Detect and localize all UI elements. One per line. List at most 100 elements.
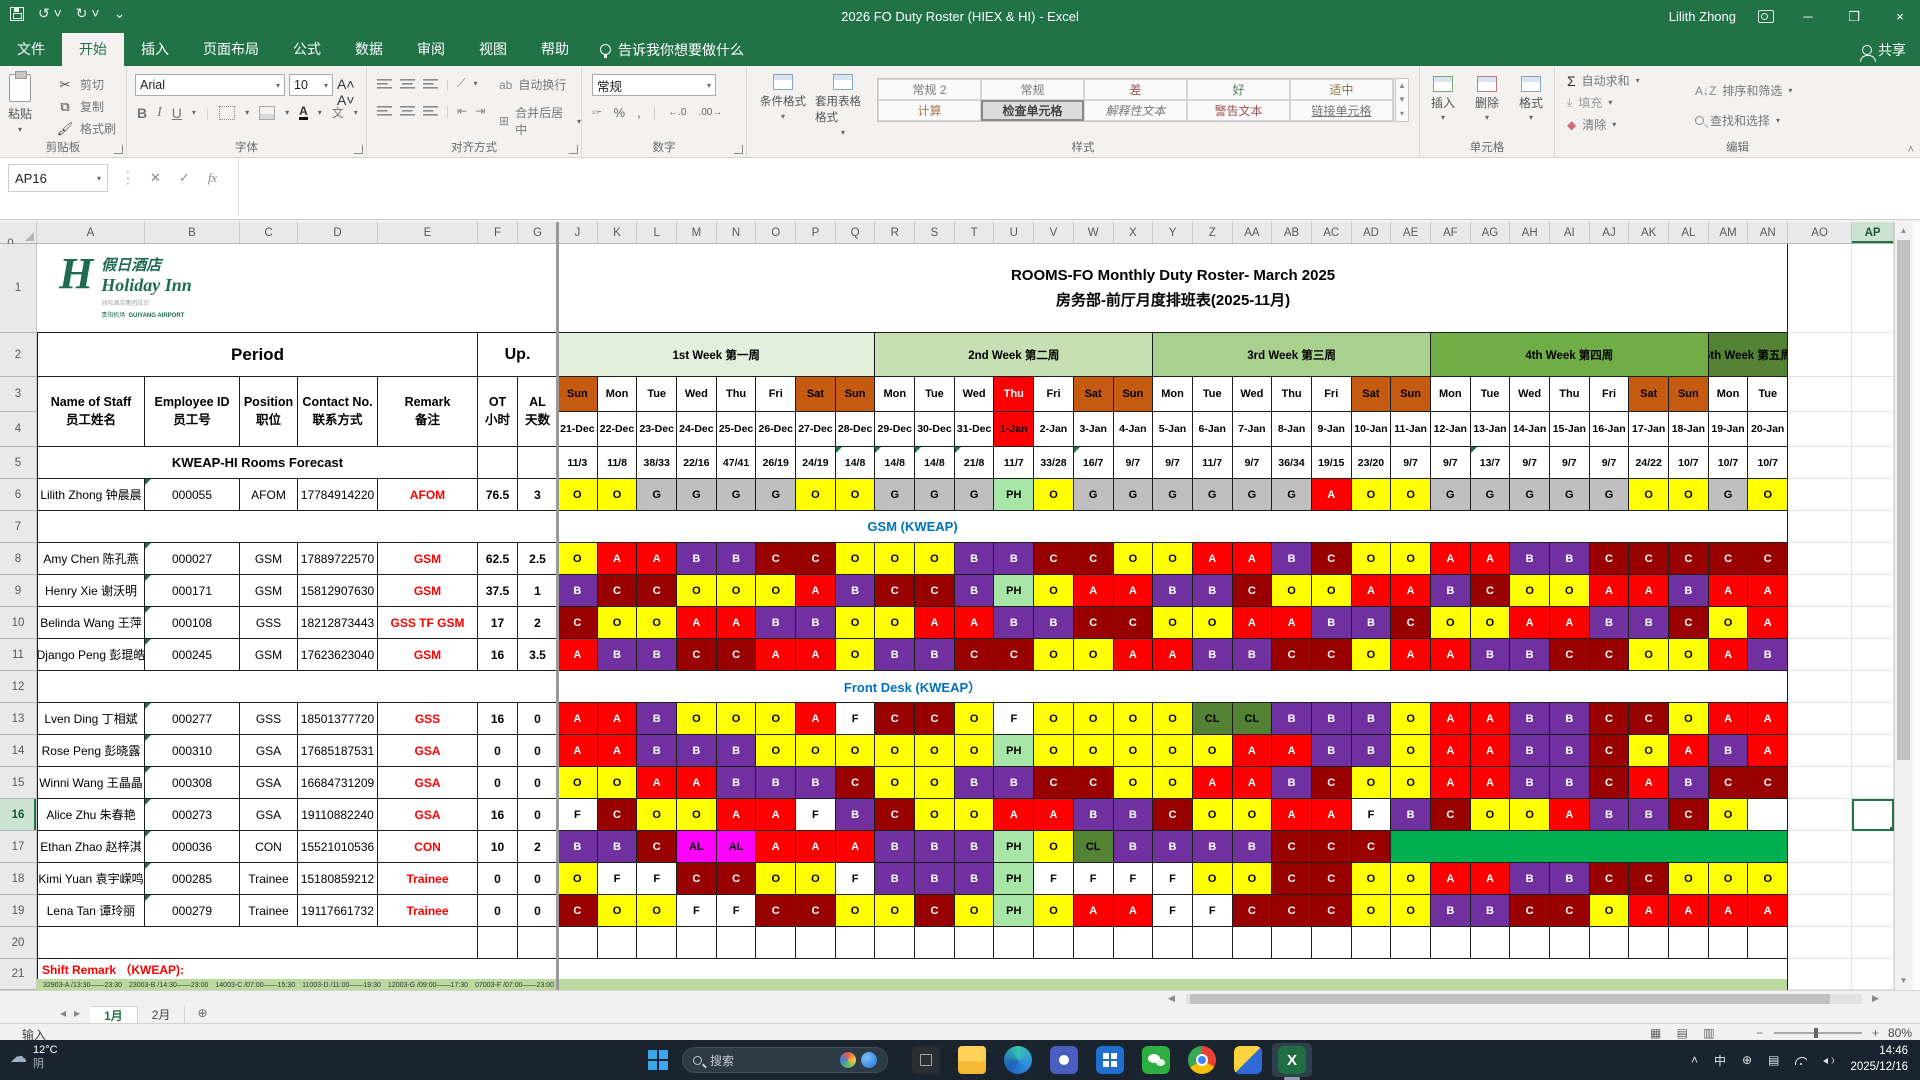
shift-cell-23-Dec[interactable]: A <box>637 767 677 799</box>
shift-cell-22-Dec[interactable]: C <box>598 799 638 831</box>
shift-cell-22-Dec[interactable]: O <box>598 767 638 799</box>
menu-tab-帮助[interactable]: 帮助 <box>524 33 586 66</box>
shift-cell-26-Dec[interactable]: B <box>756 607 796 639</box>
cell-AO13[interactable] <box>1788 703 1852 735</box>
shift-cell-15-Jan[interactable]: G <box>1550 479 1590 511</box>
shift-cell-24-Dec[interactable]: O <box>677 575 717 607</box>
shift-cell-6-Jan[interactable]: B <box>1193 831 1233 863</box>
day-header-10-Jan[interactable]: Sat <box>1352 377 1392 412</box>
shift-cell-28-Dec[interactable]: O <box>836 607 876 639</box>
shift-cell-8-Jan[interactable]: A <box>1272 735 1312 767</box>
day-header-6-Jan[interactable]: Tue <box>1193 377 1233 412</box>
day-header-7-Jan[interactable]: Wed <box>1233 377 1273 412</box>
shift-cell-8-Jan[interactable]: O <box>1272 575 1312 607</box>
shift-cell-15-Jan[interactable]: C <box>1550 895 1590 927</box>
shift-cell-30-Dec[interactable]: O <box>915 735 955 767</box>
column-header-AL[interactable]: AL <box>1669 222 1709 244</box>
forecast-al-cell[interactable] <box>518 447 558 479</box>
cell-AP1[interactable] <box>1852 244 1894 333</box>
staff-id-cell[interactable]: 000036 <box>145 831 240 863</box>
shift-cell-10-Jan[interactable]: O <box>1352 767 1392 799</box>
currency-icon[interactable]: 🖙 <box>592 104 602 120</box>
shift-cell-21-Dec[interactable]: A <box>558 735 598 767</box>
shift-cell-11-Jan[interactable]: O <box>1391 703 1431 735</box>
shift-cell-20-Jan[interactable]: A <box>1748 895 1788 927</box>
shift-cell-25-Dec[interactable]: O <box>717 703 757 735</box>
empty-day-cell[interactable] <box>994 927 1034 959</box>
shift-cell-23-Dec[interactable]: F <box>637 863 677 895</box>
shift-cell-31-Dec[interactable]: O <box>955 799 995 831</box>
forecast-cell-14-Jan[interactable]: 9/7 <box>1510 447 1550 479</box>
shift-cell-5-Jan[interactable]: C <box>1153 799 1193 831</box>
shift-cell-25-Dec[interactable]: B <box>717 543 757 575</box>
header-al[interactable]: AL天数 <box>518 377 558 447</box>
shift-cell-5-Jan[interactable]: G <box>1153 479 1193 511</box>
shift-cell-3-Jan[interactable]: A <box>1074 895 1114 927</box>
cell-AP21[interactable] <box>1852 959 1894 990</box>
shift-cell-3-Jan[interactable]: C <box>1074 767 1114 799</box>
shift-cell-18-Jan[interactable]: C <box>1669 543 1709 575</box>
zoom-level[interactable]: 80% <box>1888 1026 1912 1040</box>
staff-tel-cell[interactable]: 19110882240 <box>298 799 378 831</box>
shift-cell-14-Jan[interactable]: O <box>1510 575 1550 607</box>
row-header-17[interactable]: 17 <box>0 831 37 863</box>
font-size-select[interactable]: 10▾ <box>289 74 333 96</box>
underline-button[interactable]: U <box>172 105 182 121</box>
shift-cell-14-Jan[interactable]: O <box>1510 799 1550 831</box>
date-header-8-Jan[interactable]: 8-Jan <box>1272 412 1312 447</box>
shift-cell-4-Jan[interactable]: O <box>1114 543 1154 575</box>
gallery-scroll-icons[interactable]: ▲▼▾ <box>1395 78 1409 122</box>
shift-cell-10-Jan[interactable]: O <box>1352 895 1392 927</box>
shift-cell-14-Jan[interactable]: B <box>1510 703 1550 735</box>
shift-cell-28-Dec[interactable]: C <box>836 767 876 799</box>
forecast-cell-30-Dec[interactable]: 14/8 <box>915 447 955 479</box>
volume-icon[interactable] <box>1823 1055 1834 1066</box>
column-header-AC[interactable]: AC <box>1312 222 1352 244</box>
row-header-13[interactable]: 13 <box>0 703 37 735</box>
app-icon-blue-grid[interactable] <box>1096 1046 1124 1074</box>
column-header-E[interactable]: E <box>378 222 478 244</box>
shift-cell-4-Jan[interactable]: A <box>1114 575 1154 607</box>
shift-cell-24-Dec[interactable]: B <box>677 543 717 575</box>
shift-cell-15-Jan[interactable]: C <box>1550 639 1590 671</box>
staff-al-cell[interactable]: 3 <box>518 479 558 511</box>
shift-cell-1-Jan[interactable]: PH <box>994 479 1034 511</box>
staff-tel-cell[interactable]: 18212873443 <box>298 607 378 639</box>
hscroll-thumb[interactable] <box>1190 994 1830 1004</box>
language-icon[interactable]: ⊕ <box>1742 1053 1752 1067</box>
shift-cell-24-Dec[interactable]: C <box>677 863 717 895</box>
shift-cell-29-Dec[interactable]: C <box>875 575 915 607</box>
forecast-cell-3-Jan[interactable]: 16/7 <box>1074 447 1114 479</box>
shift-cell-29-Dec[interactable]: B <box>875 831 915 863</box>
format-cells-button[interactable]: 格式▾ <box>1510 76 1552 122</box>
staff-tel-cell[interactable]: 17784914220 <box>298 479 378 511</box>
shift-cell-19-Jan[interactable]: A <box>1709 703 1749 735</box>
fill-color-icon[interactable] <box>259 106 275 120</box>
shift-cell-13-Jan[interactable]: A <box>1471 543 1511 575</box>
shift-cell-26-Dec[interactable]: B <box>756 767 796 799</box>
cell-style-适中[interactable]: 适中 <box>1290 79 1393 100</box>
clipboard-launcher-icon[interactable] <box>114 145 123 154</box>
staff-al-cell[interactable]: 0 <box>518 799 558 831</box>
shift-cell-25-Dec[interactable]: C <box>717 863 757 895</box>
staff-id-cell[interactable]: 000277 <box>145 703 240 735</box>
cell-AO10[interactable] <box>1788 607 1852 639</box>
shift-cell-1-Jan[interactable]: B <box>994 607 1034 639</box>
staff-ot-cell[interactable]: 16 <box>478 799 518 831</box>
staff-pos-cell[interactable]: GSS <box>240 703 298 735</box>
shift-cell-1-Jan[interactable]: A <box>994 799 1034 831</box>
alignment-launcher-icon[interactable] <box>569 145 578 154</box>
shift-cell-10-Jan[interactable]: F <box>1352 799 1392 831</box>
shift-cell-22-Dec[interactable]: C <box>598 575 638 607</box>
sheet-tab-1月[interactable]: 1月 <box>90 1006 138 1023</box>
shift-cell-22-Dec[interactable]: A <box>598 543 638 575</box>
shift-cell-28-Dec[interactable]: F <box>836 703 876 735</box>
shift-cell-12-Jan[interactable]: A <box>1431 703 1471 735</box>
start-button[interactable] <box>648 1050 669 1071</box>
outdent-icon[interactable]: ⇤ <box>457 104 467 118</box>
week-band[interactable]: 5th Week 第五周 <box>1709 333 1788 377</box>
cell-AO12[interactable] <box>1788 671 1852 703</box>
cut-button[interactable]: ✂剪切 <box>56 76 104 93</box>
align-left-icon[interactable] <box>377 105 392 117</box>
shift-cell-26-Dec[interactable]: C <box>756 543 796 575</box>
